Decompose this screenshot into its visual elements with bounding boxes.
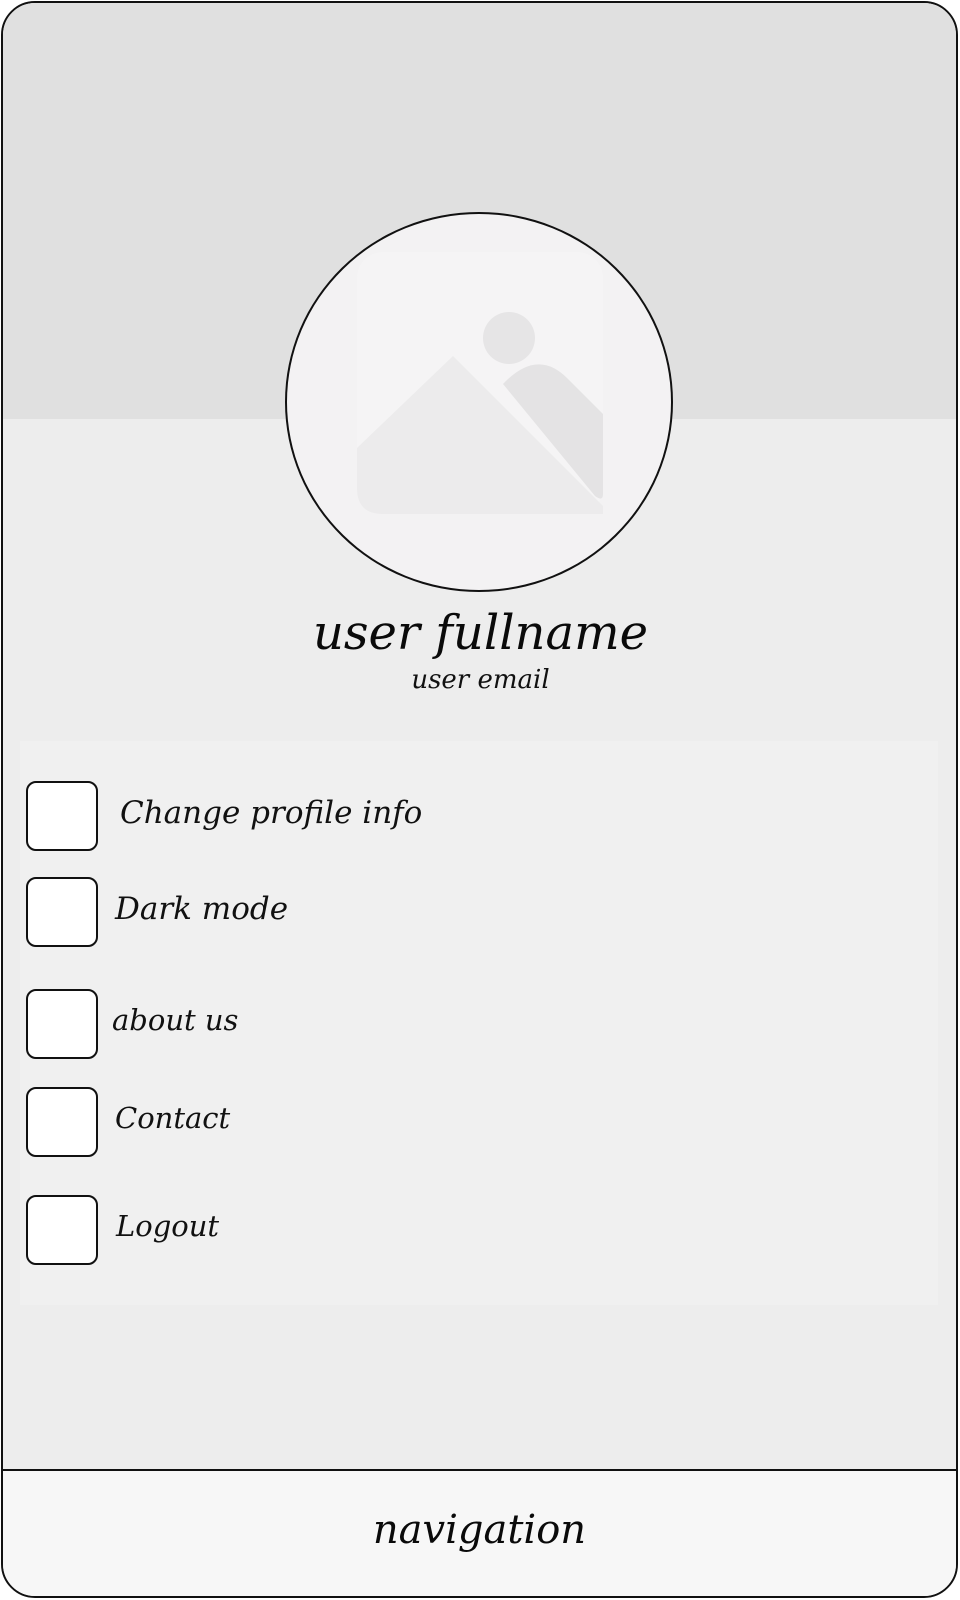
- image-placeholder-icon: [357, 252, 603, 514]
- dark-mode-icon: [26, 877, 98, 947]
- navigation-label: navigation: [372, 1507, 587, 1553]
- navigation-bar[interactable]: navigation: [3, 1469, 956, 1596]
- profile-edit-icon: [26, 781, 98, 851]
- menu-item-label: Contact: [115, 1101, 231, 1135]
- menu-item-label: Change profile info: [120, 795, 423, 831]
- menu-item-dark-mode[interactable]: Dark mode: [20, 877, 938, 949]
- menu-item-label: Logout: [116, 1209, 220, 1243]
- settings-menu: Change profile info Dark mode about us C…: [20, 741, 938, 1305]
- user-email: user email: [411, 665, 550, 695]
- menu-item-change-profile-info[interactable]: Change profile info: [20, 781, 938, 853]
- avatar[interactable]: [285, 212, 673, 592]
- logout-icon: [26, 1195, 98, 1265]
- menu-item-label: Dark mode: [115, 891, 289, 927]
- menu-item-label: about us: [112, 1003, 239, 1037]
- menu-item-contact[interactable]: Contact: [20, 1087, 938, 1159]
- menu-item-logout[interactable]: Logout: [20, 1195, 938, 1267]
- menu-item-about-us[interactable]: about us: [20, 989, 938, 1061]
- info-icon: [26, 989, 98, 1059]
- contact-icon: [26, 1087, 98, 1157]
- phone-frame: user fullname user email Change profile …: [1, 1, 958, 1598]
- user-fullname: user fullname: [313, 605, 648, 661]
